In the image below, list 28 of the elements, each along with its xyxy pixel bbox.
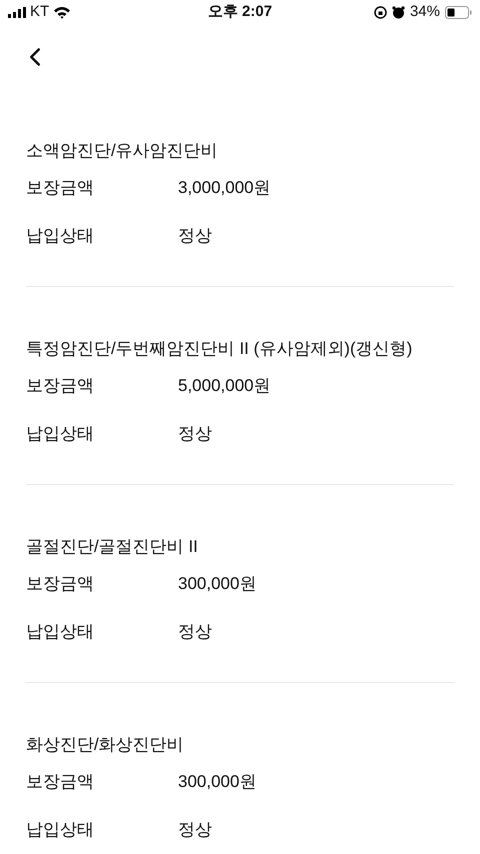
row-value: 정상 <box>178 225 212 247</box>
row-label: 보장금액 <box>26 771 95 793</box>
row-value: 정상 <box>178 621 212 643</box>
row-label: 보장금액 <box>26 375 95 397</box>
status-time: 오후 2:07 <box>208 2 272 22</box>
row-value: 3,000,000원 <box>178 177 271 199</box>
carrier-name: KT <box>30 2 50 22</box>
battery-percent: 34% <box>410 2 440 22</box>
battery-icon <box>444 6 472 19</box>
row-label: 보장금액 <box>26 177 95 199</box>
row-label: 보장금액 <box>26 573 95 595</box>
coverage-title: 소액암진단/유사암진단비 <box>26 140 219 162</box>
wifi-icon <box>53 6 72 19</box>
row-label: 납입상태 <box>26 621 95 643</box>
row-value: 5,000,000원 <box>178 375 271 397</box>
alarm-clock-icon <box>392 6 405 19</box>
coverage-title: 골절진단/골절진단비 II <box>26 536 199 558</box>
rotation-lock-icon <box>374 6 387 19</box>
signal-icon <box>8 7 26 18</box>
row-label: 납입상태 <box>26 423 95 445</box>
row-value: 정상 <box>178 423 212 445</box>
row-value: 정상 <box>178 819 212 841</box>
row-value: 300,000원 <box>178 573 256 595</box>
coverage-title: 특정암진단/두번째암진단비 II (유사암제외)(갱신형) <box>26 338 414 360</box>
row-label: 납입상태 <box>26 225 95 247</box>
row-value: 300,000원 <box>178 771 256 793</box>
coverage-title: 화상진단/화상진단비 <box>26 734 185 756</box>
row-label: 납입상태 <box>26 819 95 841</box>
